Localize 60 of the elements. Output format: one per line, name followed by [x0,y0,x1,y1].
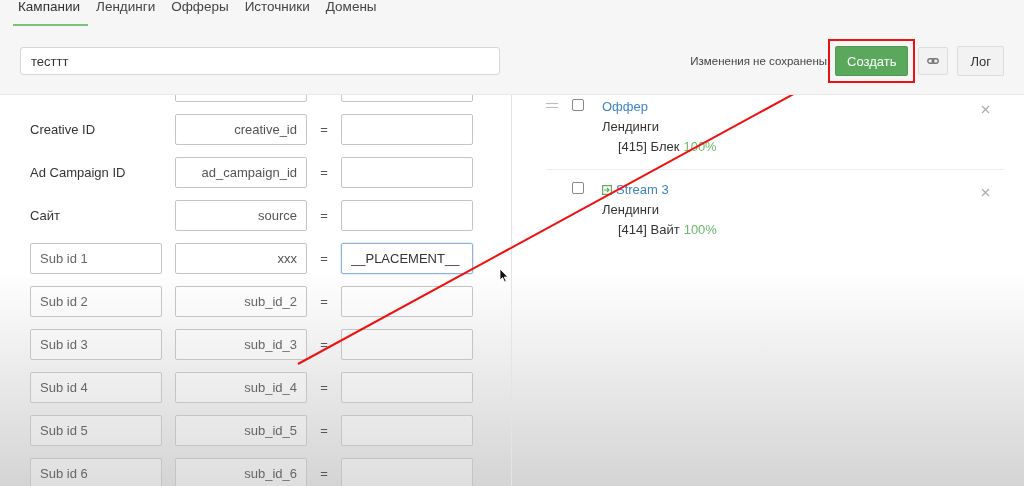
drag-handle-icon[interactable] [546,103,558,108]
close-icon[interactable] [981,188,990,197]
log-button[interactable]: Лог [957,46,1004,76]
landing-share: 100% [683,222,717,237]
value-field[interactable] [341,157,473,188]
equals-sign: = [319,208,329,223]
value-field[interactable] [341,415,473,446]
mouse-cursor-icon [499,268,509,283]
value-field[interactable] [341,286,473,317]
equals-sign: = [319,337,329,352]
tab[interactable]: Лендинги [88,0,164,26]
equals-sign: = [319,122,329,137]
parameter-field[interactable]: sub_id_6 [175,458,307,486]
section-label: Лендинги [602,201,660,219]
parameter-field[interactable]: sub_id_5 [175,415,307,446]
campaign-name-field[interactable]: тесттт [20,47,500,75]
parameter-label: Creative ID [30,122,97,137]
tab[interactable]: Домены [317,0,385,26]
parameter-field[interactable]: sub_id_4 [175,372,307,403]
parameter-field[interactable]: sub_id_2 [175,286,307,317]
tab[interactable]: Кампании [13,0,88,26]
checkbox[interactable] [572,99,584,111]
parameter-field[interactable]: source [175,200,307,231]
landing-name: [414] Вайт [618,222,680,237]
parameter-field[interactable]: ad_campaign_id [175,157,307,188]
equals-sign: = [319,423,329,438]
landing-name: [415] Блек [618,139,680,154]
name-field[interactable]: Sub id 4 [30,372,162,403]
unsaved-status-text: Изменения не сохранены [690,55,828,67]
parameter-label: Ad Campaign ID [30,165,127,180]
parameter-label: Сайт [30,208,61,223]
value-field[interactable] [341,200,473,231]
stream-title-link[interactable]: Stream 3 [616,180,669,200]
value-field[interactable] [341,329,473,360]
value-field[interactable]: __PLACEMENT__ [341,243,473,274]
link-icon [927,58,940,64]
name-field[interactable]: Sub id 5 [30,415,162,446]
close-icon[interactable] [981,105,990,114]
equals-sign: = [319,466,329,481]
name-field[interactable]: Sub id 2 [30,286,162,317]
equals-sign: = [319,165,329,180]
parameter-field[interactable]: sub_id_3 [175,329,307,360]
section-label: Лендинги [602,118,660,136]
equals-sign: = [319,380,329,395]
tab[interactable]: Источники [236,0,318,26]
enter-icon [602,185,612,195]
equals-sign: = [319,251,329,266]
name-field[interactable]: Sub id 6 [30,458,162,486]
link-button[interactable] [918,47,949,75]
value-field[interactable] [341,372,473,403]
tab[interactable]: Офферы [163,0,237,26]
name-field[interactable]: Sub id 1 [30,243,162,274]
value-field[interactable] [341,114,473,145]
checkbox[interactable] [572,182,584,194]
stream-title-link[interactable]: Оффер [602,97,648,117]
name-field[interactable]: Sub id 3 [30,329,162,360]
value-field[interactable] [341,458,473,486]
equals-sign: = [319,294,329,309]
parameter-field[interactable]: creative_id [175,114,307,145]
parameter-field[interactable]: xxx [175,243,307,274]
